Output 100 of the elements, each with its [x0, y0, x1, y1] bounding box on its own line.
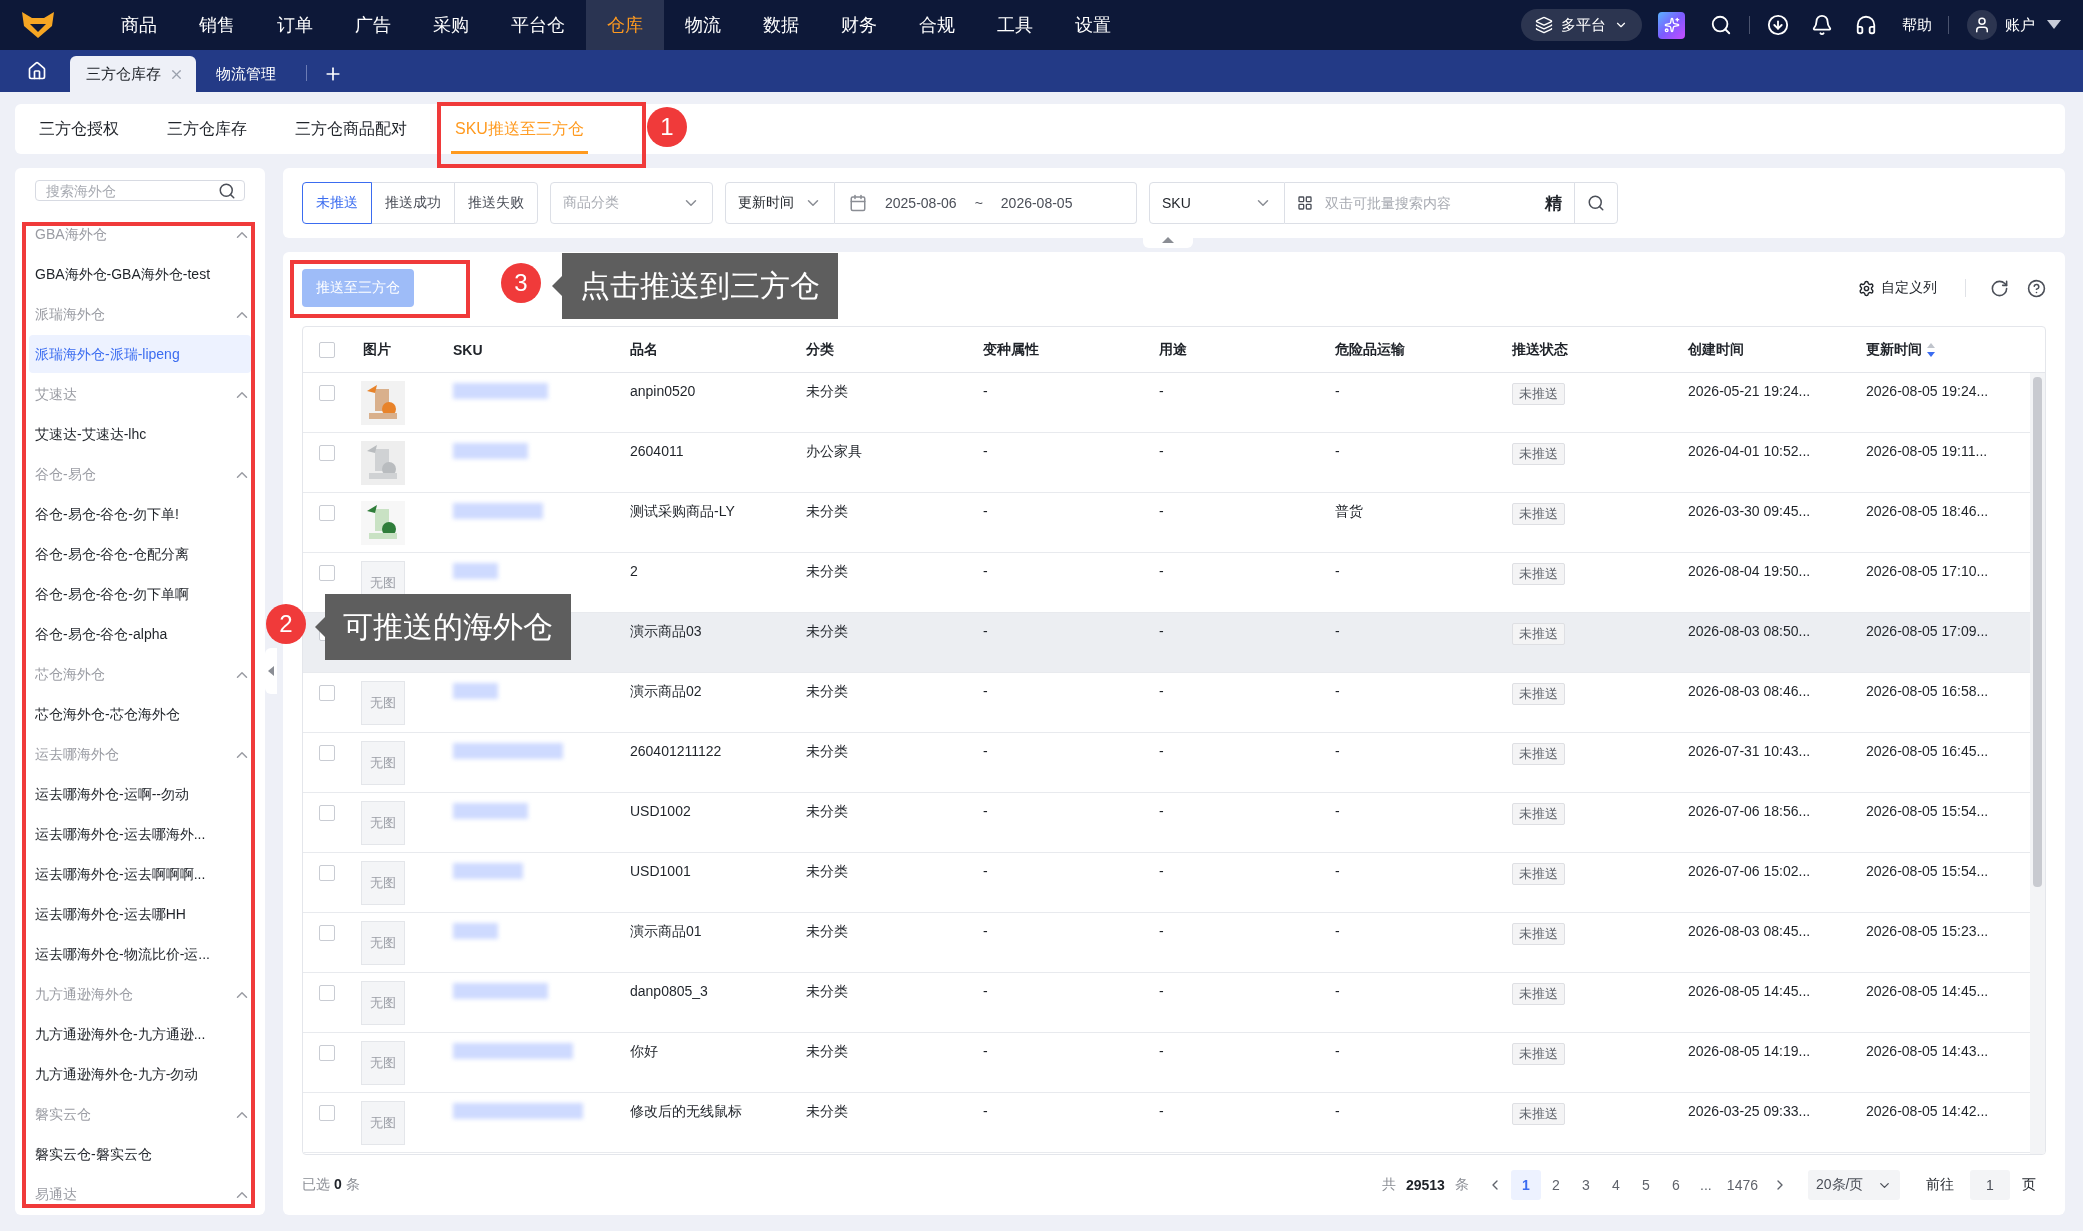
- page-button[interactable]: ...: [1690, 1170, 1721, 1200]
- nav-item[interactable]: 合规: [898, 0, 976, 50]
- custom-columns-link[interactable]: 自定义列: [1858, 279, 1937, 297]
- download-icon[interactable]: [1767, 14, 1789, 36]
- column-header[interactable]: 变种属性: [971, 340, 1147, 359]
- nav-item[interactable]: 广告: [334, 0, 412, 50]
- page-input[interactable]: 1: [1970, 1170, 2010, 1200]
- page-button[interactable]: 6: [1660, 1170, 1691, 1200]
- page-button[interactable]: 4: [1600, 1170, 1631, 1200]
- column-header[interactable]: 创建时间: [1676, 340, 1854, 359]
- headset-icon[interactable]: [1855, 14, 1877, 36]
- refresh-icon[interactable]: [1990, 278, 2009, 298]
- page-tab[interactable]: 物流管理: [200, 56, 288, 92]
- search-icon[interactable]: [1710, 14, 1732, 36]
- search-box[interactable]: 搜索海外仓: [35, 180, 245, 201]
- nav-item[interactable]: 商品: [100, 0, 178, 50]
- checkbox[interactable]: [319, 925, 335, 941]
- column-header[interactable]: 推送状态: [1500, 340, 1676, 359]
- date-range-field[interactable]: 2025-08-06 ~ 2026-08-05: [835, 182, 1137, 224]
- help-link[interactable]: 帮助: [1902, 15, 1932, 35]
- warehouse-item[interactable]: 九方通逊海外仓-九方通逊...: [29, 1015, 251, 1053]
- column-header[interactable]: 品名: [618, 340, 794, 359]
- warehouse-item[interactable]: 谷仓-易仓-谷仓-勿下单!: [29, 495, 251, 533]
- status-tab[interactable]: 推送成功: [371, 182, 455, 224]
- column-header[interactable]: 更新时间: [1854, 340, 2014, 359]
- warehouse-item[interactable]: 磐实云仓-磐实云仓: [29, 1135, 251, 1173]
- checkbox[interactable]: [319, 745, 335, 761]
- checkbox[interactable]: [319, 985, 335, 1001]
- ai-assistant-icon[interactable]: [1658, 11, 1685, 39]
- calendar-icon[interactable]: [849, 194, 867, 212]
- page-tab[interactable]: 三方仓库存: [70, 56, 196, 92]
- warehouse-item[interactable]: 运去哪海外仓-运去哪HH: [29, 895, 251, 933]
- settings-icon[interactable]: [1858, 279, 1875, 297]
- page-button[interactable]: 2: [1540, 1170, 1571, 1200]
- search-icon[interactable]: [218, 181, 236, 200]
- warehouse-item[interactable]: 谷仓-易仓-谷仓-仓配分离: [29, 535, 251, 573]
- nav-item[interactable]: 销售: [178, 0, 256, 50]
- checkbox[interactable]: [319, 685, 335, 701]
- checkbox[interactable]: [319, 865, 335, 881]
- column-header[interactable]: 危险品运输: [1323, 340, 1500, 359]
- checkbox[interactable]: [319, 1045, 335, 1061]
- status-tab[interactable]: 推送失败: [454, 182, 538, 224]
- warehouse-item[interactable]: 运去哪海外仓-运去哪海外...: [29, 815, 251, 853]
- sub-tab[interactable]: 三方仓授权: [35, 104, 123, 154]
- search-field-select[interactable]: SKU: [1149, 182, 1285, 224]
- column-header[interactable]: 图片: [351, 340, 441, 359]
- warehouse-item[interactable]: 九方通逊海外仓-九方-勿动: [29, 1055, 251, 1093]
- user-avatar[interactable]: [1967, 10, 1997, 40]
- column-header[interactable]: 用途: [1147, 340, 1323, 359]
- warehouse-item[interactable]: 运去哪海外仓-物流比价-运...: [29, 935, 251, 973]
- nav-item[interactable]: 平台仓: [490, 0, 586, 50]
- warehouse-item[interactable]: 谷仓-易仓-谷仓-alpha: [29, 615, 251, 653]
- platform-dropdown[interactable]: 多平台: [1521, 9, 1642, 41]
- sort-icon[interactable]: [1926, 341, 1936, 358]
- batch-search-box[interactable]: 双击可批量搜索内容 精: [1285, 182, 1575, 224]
- status-tab[interactable]: 未推送: [302, 182, 372, 224]
- help-icon[interactable]: [2027, 278, 2046, 298]
- nav-item[interactable]: 采购: [412, 0, 490, 50]
- nav-item[interactable]: 工具: [976, 0, 1054, 50]
- column-header[interactable]: SKU: [441, 341, 618, 358]
- time-field-select[interactable]: 更新时间: [725, 182, 835, 224]
- page-button[interactable]: 1: [1510, 1170, 1541, 1200]
- sub-tab[interactable]: 三方仓库存: [163, 104, 251, 154]
- bell-icon[interactable]: [1811, 14, 1833, 36]
- page-size-select[interactable]: 20条/页: [1808, 1170, 1900, 1200]
- column-header[interactable]: 分类: [794, 340, 971, 359]
- checkbox[interactable]: [319, 445, 335, 461]
- nav-item[interactable]: 订单: [256, 0, 334, 50]
- caret-icon[interactable]: [2047, 20, 2061, 30]
- page-button[interactable]: 3: [1570, 1170, 1601, 1200]
- exact-match-toggle[interactable]: 精: [1545, 191, 1562, 215]
- account-link[interactable]: 账户: [2005, 15, 2035, 35]
- triangle-up-icon[interactable]: [1162, 236, 1174, 244]
- home-icon[interactable]: [27, 61, 47, 81]
- checkbox[interactable]: [319, 805, 335, 821]
- checkbox[interactable]: [319, 505, 335, 521]
- sub-tab[interactable]: 三方仓商品配对: [291, 104, 411, 154]
- warehouse-item[interactable]: 派瑞海外仓-派瑞-lipeng: [29, 335, 251, 373]
- nav-item[interactable]: 设置: [1054, 0, 1132, 50]
- user-icon[interactable]: [1973, 16, 1991, 34]
- checkbox[interactable]: [319, 341, 335, 358]
- nav-item[interactable]: 财务: [820, 0, 898, 50]
- triangle-left-icon[interactable]: [268, 666, 274, 676]
- nav-item[interactable]: 物流: [664, 0, 742, 50]
- grid-icon[interactable]: [1297, 195, 1313, 211]
- warehouse-item[interactable]: 艾速达-艾速达-lhc: [29, 415, 251, 453]
- layers-icon[interactable]: [1535, 16, 1553, 34]
- search-icon[interactable]: [1587, 194, 1605, 212]
- collapse-handle[interactable]: [265, 648, 277, 694]
- scrollbar[interactable]: [2030, 373, 2045, 1154]
- checkbox[interactable]: [319, 565, 335, 581]
- page-button[interactable]: 1476: [1720, 1170, 1764, 1200]
- warehouse-item[interactable]: 运去哪海外仓-运啊--勿动: [29, 775, 251, 813]
- checkbox[interactable]: [319, 385, 335, 401]
- checkbox[interactable]: [319, 1105, 335, 1121]
- warehouse-item[interactable]: GBA海外仓-GBA海外仓-test: [29, 255, 251, 293]
- warehouse-item[interactable]: 芯仓海外仓-芯仓海外仓: [29, 695, 251, 733]
- nav-item[interactable]: 仓库: [586, 0, 664, 50]
- collapse-filter-tab[interactable]: [1143, 236, 1193, 248]
- sparkle-icon[interactable]: [1663, 17, 1680, 33]
